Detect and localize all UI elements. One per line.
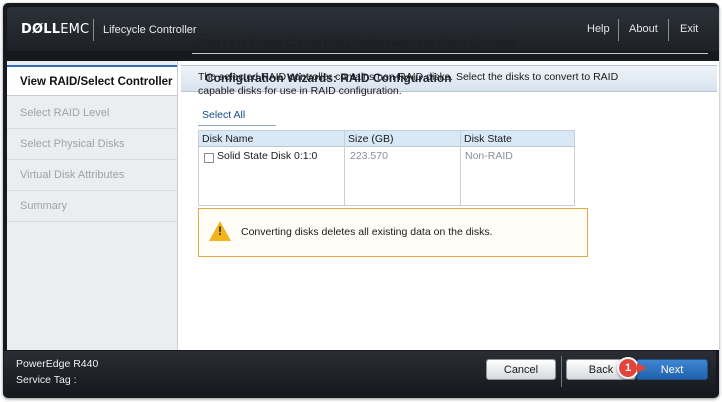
column-header-size[interactable]: Size (GB) <box>345 131 461 147</box>
footer-divider <box>561 356 562 387</box>
select-all-link[interactable]: Select All <box>202 109 245 121</box>
disk-table: Disk Name Size (GB) Disk State Solid Sta… <box>198 130 575 206</box>
service-tag: Service Tag : <box>16 374 77 386</box>
cancel-button[interactable]: Cancel <box>486 359 556 380</box>
column-header-disk-name[interactable]: Disk Name <box>199 131 345 147</box>
callout-arrow-icon <box>637 363 647 373</box>
sidebar-item-select-raid-level: Select RAID Level <box>7 98 177 129</box>
callout-badge: 1 <box>617 357 639 379</box>
wizard-sidebar: View RAID/Select Controller Select RAID … <box>7 61 178 350</box>
description-text: The selected RAID controller contains no… <box>198 71 619 97</box>
header-divider <box>93 19 94 41</box>
sidebar-item-virtual-disk-attributes: Virtual Disk Attributes <box>7 160 177 191</box>
disk-state-cell: Non-RAID <box>465 150 513 162</box>
sidebar-item-select-physical-disks: Select Physical Disks <box>7 129 177 160</box>
sidebar-item-view-raid[interactable]: View RAID/Select Controller <box>7 65 177 96</box>
column-divider <box>344 131 345 205</box>
warning-box: ! Converting disks deletes all existing … <box>198 208 588 257</box>
column-header-disk-state[interactable]: Disk State <box>461 131 574 147</box>
disk-name-cell: Solid State Disk 0:1:0 <box>217 150 318 162</box>
disk-size-cell: 223.570 <box>350 150 388 162</box>
disk-checkbox[interactable] <box>204 153 214 163</box>
app-title: Lifecycle Controller <box>103 24 197 36</box>
sidebar-item-summary: Summary <box>7 191 177 222</box>
about-link[interactable]: About <box>629 23 658 35</box>
divider <box>192 53 708 54</box>
warning-exclamation: ! <box>218 224 222 238</box>
dell-emc-logo: DØLLEMC <box>21 22 90 37</box>
footer-bar: PowerEdge R440 Service Tag : Cancel Back… <box>4 351 716 394</box>
select-all-underline <box>198 125 276 126</box>
step-indicator: Step 1a of 5: View Current RAID Configur… <box>198 37 516 49</box>
exit-link[interactable]: Exit <box>680 23 698 35</box>
server-model: PowerEdge R440 <box>16 358 99 370</box>
column-divider <box>460 131 461 205</box>
help-link[interactable]: Help <box>587 23 610 35</box>
header-divider <box>668 19 669 41</box>
header-divider <box>618 19 619 41</box>
warning-text: Converting disks deletes all existing da… <box>241 226 493 238</box>
